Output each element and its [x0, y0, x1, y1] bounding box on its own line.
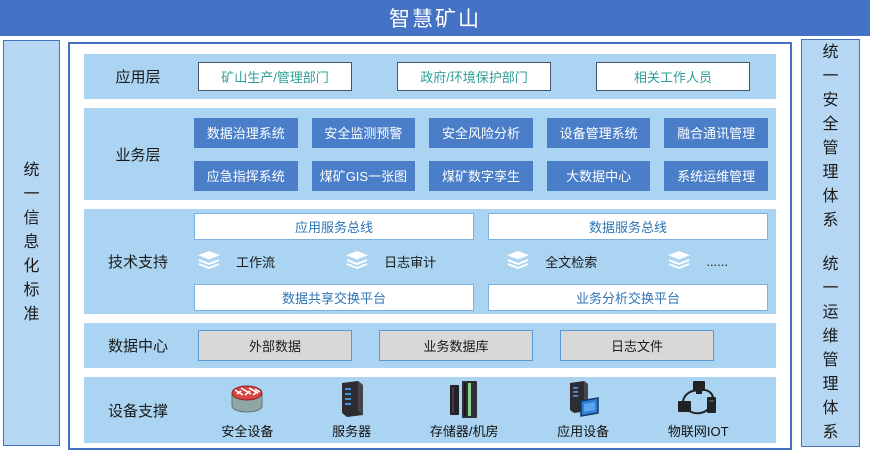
application-box-mine-production: 矿山生产/管理部门 [198, 62, 352, 91]
tile-system-ops: 系统运维管理 [664, 161, 768, 191]
business-layer-content: 数据治理系统 安全监测预警 安全风险分析 设备管理系统 融合通讯管理 应急指挥系… [192, 118, 776, 191]
storage-rack-icon [446, 379, 482, 419]
left-pillar-label: 统一信息化标准 [23, 159, 40, 327]
right-pillar-unified-systems: 统一安全管理体系 统一运维管理体系 [801, 39, 860, 447]
device-application: 应用设备 [557, 379, 609, 440]
business-layer-label: 业务层 [84, 144, 192, 165]
page-title: 智慧矿山 [0, 0, 870, 36]
tech-support-content: 应用服务总线 数据服务总线 工作流 日志审计 [192, 213, 776, 311]
middleware-fulltext-search: 全文检索 [507, 251, 597, 272]
layers-icon [668, 251, 690, 272]
left-pillar-unified-info-standard: 统一信息化标准 [3, 40, 60, 446]
tile-gis-one-map: 煤矿GIS一张图 [312, 161, 416, 191]
business-database-box: 业务数据库 [379, 330, 533, 361]
device-security: 安全设备 [221, 379, 273, 440]
device-storage: 存储器/机房 [430, 379, 499, 440]
tile-safety-monitor-warning: 安全监测预警 [312, 118, 416, 148]
data-center-label: 数据中心 [84, 335, 192, 356]
device-label: 安全设备 [221, 421, 273, 440]
data-center-band: 数据中心 外部数据 业务数据库 日志文件 [84, 323, 776, 368]
tech-support-label: 技术支持 [84, 251, 192, 272]
platform-row: 数据共享交换平台 业务分析交换平台 [194, 284, 768, 311]
application-layer-label: 应用层 [84, 66, 192, 87]
middleware-label: 全文检索 [545, 252, 597, 271]
device-label: 应用设备 [557, 421, 609, 440]
service-bus-row: 应用服务总线 数据服务总线 [194, 213, 768, 240]
layers-icon [198, 251, 220, 272]
tile-big-data-center: 大数据中心 [547, 161, 651, 191]
tile-converged-comms: 融合通讯管理 [664, 118, 768, 148]
device-label: 服务器 [332, 421, 371, 440]
log-file-box: 日志文件 [560, 330, 714, 361]
main-panel: 应用层 矿山生产/管理部门 政府/环境保护部门 相关工作人员 业务层 数据治理系… [68, 42, 792, 450]
business-row-1: 数据治理系统 安全监测预警 安全风险分析 设备管理系统 融合通讯管理 [194, 118, 768, 148]
middleware-more: ...... [668, 251, 728, 272]
device-label: 存储器/机房 [430, 421, 499, 440]
layers-icon [507, 251, 529, 272]
business-analysis-exchange-platform: 业务分析交换平台 [488, 284, 768, 311]
external-data-box: 外部数据 [198, 330, 352, 361]
device-support-label: 设备支撑 [84, 400, 192, 421]
tile-safety-risk-analysis: 安全风险分析 [429, 118, 533, 148]
data-center-content: 外部数据 业务数据库 日志文件 [192, 330, 776, 361]
business-layer-band: 业务层 数据治理系统 安全监测预警 安全风险分析 设备管理系统 融合通讯管理 应… [84, 108, 776, 200]
right-pillar-ops-label: 统一运维管理体系 [822, 253, 839, 445]
layers-icon [346, 251, 368, 272]
application-layer-content: 矿山生产/管理部门 政府/环境保护部门 相关工作人员 [192, 62, 776, 91]
middleware-label: 日志审计 [384, 252, 436, 271]
tile-digital-twin: 煤矿数字孪生 [429, 161, 533, 191]
data-sharing-exchange-platform: 数据共享交换平台 [194, 284, 474, 311]
app-service-bus: 应用服务总线 [194, 213, 474, 240]
smart-mine-architecture-diagram: 智慧矿山 统一信息化标准 应用层 矿山生产/管理部门 政府/环境保护部门 相关工… [0, 0, 870, 457]
device-label: 物联网IOT [668, 421, 729, 440]
app-device-icon [564, 379, 602, 419]
tile-data-governance: 数据治理系统 [194, 118, 298, 148]
device-server: 服务器 [332, 379, 371, 440]
application-box-related-staff: 相关工作人员 [596, 62, 750, 91]
data-service-bus: 数据服务总线 [488, 213, 768, 240]
application-layer-band: 应用层 矿山生产/管理部门 政府/环境保护部门 相关工作人员 [84, 54, 776, 99]
device-iot: 物联网IOT [668, 379, 729, 440]
tile-emergency-command: 应急指挥系统 [194, 161, 298, 191]
tech-support-band: 技术支持 应用服务总线 数据服务总线 工作流 [84, 209, 776, 314]
right-pillar-security-label: 统一安全管理体系 [822, 41, 839, 233]
device-support-band: 设备支撑 安全设备 [84, 377, 776, 443]
iot-network-icon [676, 379, 720, 419]
middleware-workflow: 工作流 [198, 251, 275, 272]
middleware-label: ...... [706, 254, 728, 269]
tile-equipment-management: 设备管理系统 [547, 118, 651, 148]
server-icon [336, 379, 368, 419]
middleware-row: 工作流 日志审计 全文检索 [194, 248, 768, 276]
application-box-government-env: 政府/环境保护部门 [397, 62, 551, 91]
middleware-label: 工作流 [236, 252, 275, 271]
middleware-log-audit: 日志审计 [346, 251, 436, 272]
firewall-security-icon [225, 379, 269, 419]
device-support-content: 安全设备 服务器 [192, 379, 776, 442]
business-row-2: 应急指挥系统 煤矿GIS一张图 煤矿数字孪生 大数据中心 系统运维管理 [194, 161, 768, 191]
